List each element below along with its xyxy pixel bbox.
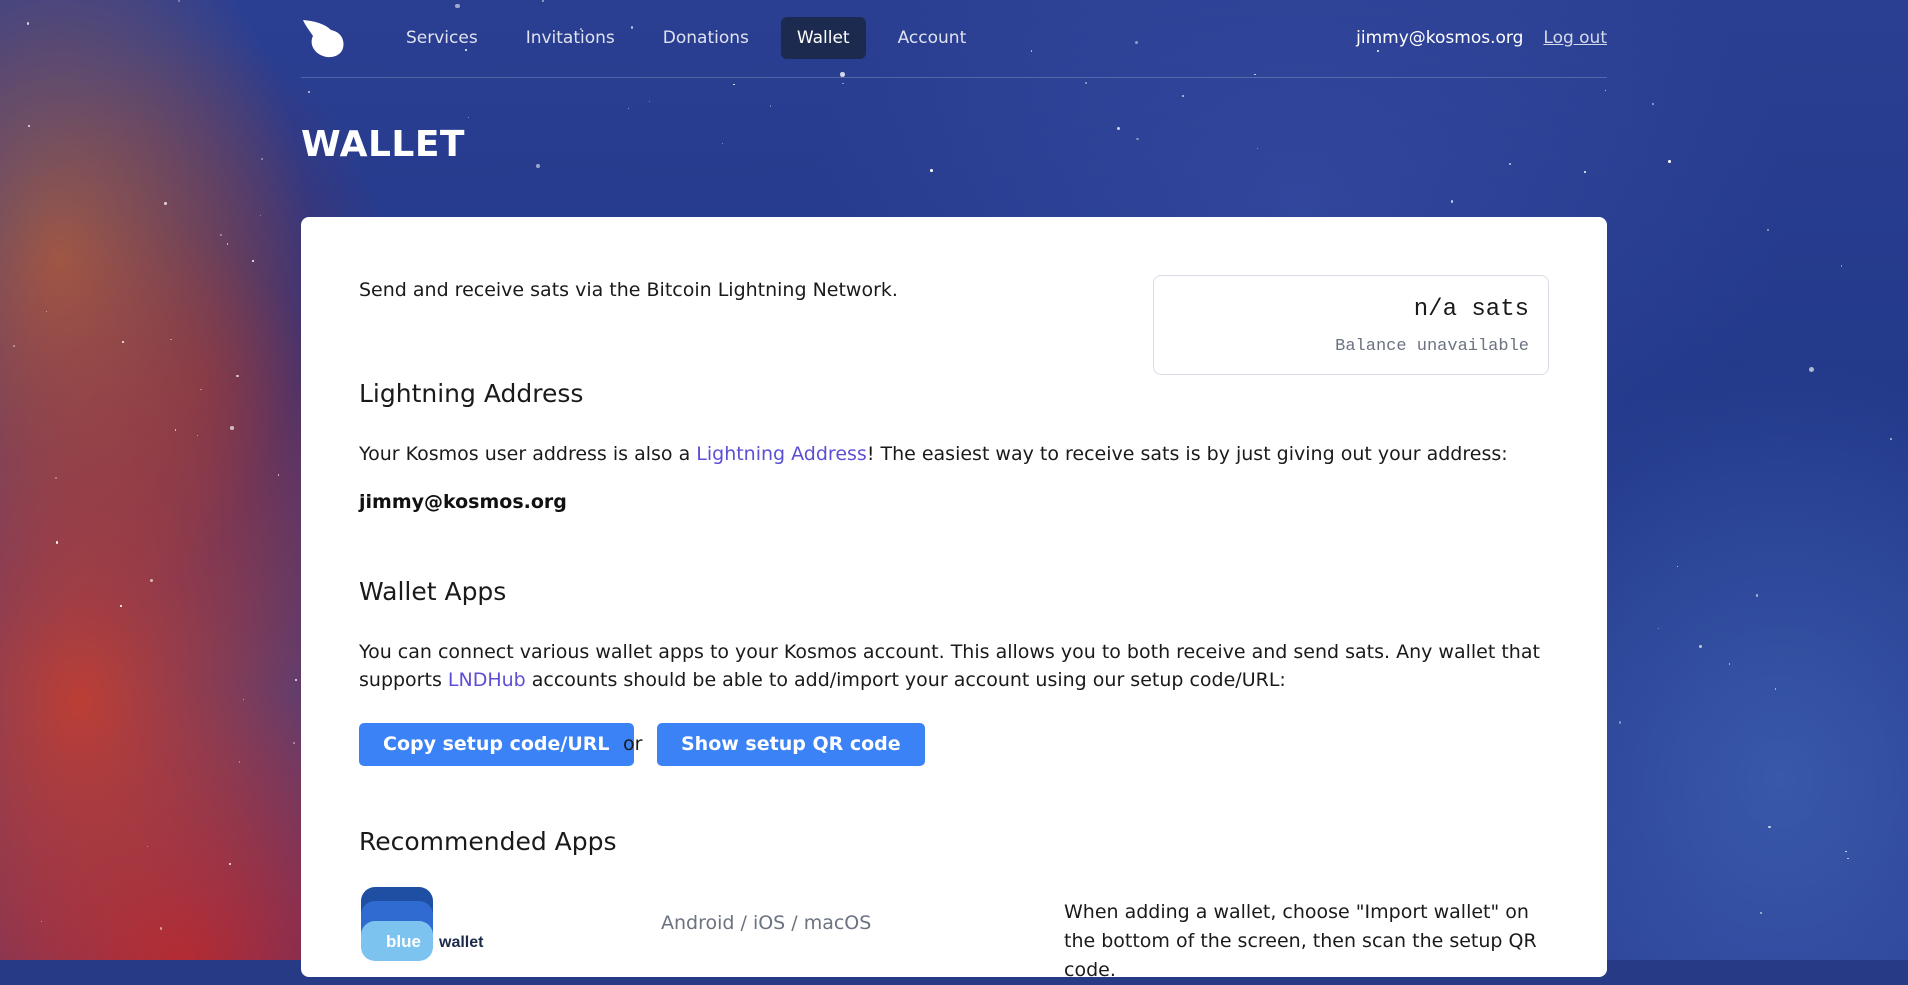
show-qr-code-button[interactable]: Show setup QR code [657, 723, 925, 766]
lightning-text-before: Your Kosmos user address is also a [359, 443, 697, 465]
wallet-apps-text-after: accounts should be able to add/import yo… [525, 669, 1286, 691]
lightning-address-description: Your Kosmos user address is also a Light… [359, 440, 1559, 468]
star [293, 741, 295, 744]
kosmos-logo-icon[interactable] [301, 18, 345, 58]
top-navigation-bar: Services Invitations Donations Wallet Ac… [301, 0, 1607, 78]
star [1584, 171, 1586, 174]
lightning-address-value: jimmy@kosmos.org [359, 491, 567, 513]
star [259, 214, 261, 217]
star [1182, 95, 1184, 98]
wallet-intro: Send and receive sats via the Bitcoin Li… [359, 279, 898, 301]
lndhub-link[interactable]: LNDHub [448, 669, 526, 691]
page-title: WALLET [301, 124, 465, 165]
star [308, 90, 310, 93]
star [1651, 102, 1654, 105]
nav-item-services[interactable]: Services [390, 17, 494, 59]
bluewallet-logo-text-wallet: wallet [438, 934, 484, 951]
star [170, 338, 172, 340]
lightning-text-after: ! The easiest way to receive sats is by … [866, 443, 1508, 465]
nav-item-account[interactable]: Account [882, 17, 983, 59]
lightning-address-heading: Lightning Address [359, 379, 584, 408]
bluewallet-logo-text-blue: blue [386, 932, 421, 951]
nav-item-wallet[interactable]: Wallet [780, 17, 866, 59]
nav-item-donations[interactable]: Donations [647, 17, 765, 59]
main-nav: Services Invitations Donations Wallet Ac… [390, 17, 998, 59]
star [1450, 200, 1454, 203]
star [164, 202, 167, 205]
user-menu: jimmy@kosmos.org Log out [1356, 17, 1607, 59]
star [648, 100, 650, 102]
bluewallet-logo[interactable]: blue wallet [361, 887, 491, 967]
star [1116, 126, 1120, 130]
balance-box: n/a sats Balance unavailable [1153, 275, 1549, 375]
star [236, 374, 239, 378]
star [1760, 911, 1762, 914]
balance-amount: n/a sats [1413, 296, 1529, 323]
wallet-apps-description: You can connect various wallet apps to y… [359, 638, 1559, 694]
star [1847, 857, 1849, 860]
logout-link[interactable]: Log out [1543, 17, 1607, 59]
star [929, 169, 933, 173]
star [27, 22, 30, 25]
app-instructions: When adding a wallet, choose "Import wal… [1064, 901, 1537, 981]
nav-item-invitations[interactable]: Invitations [510, 17, 631, 59]
recommended-apps-heading: Recommended Apps [359, 827, 617, 856]
star [174, 429, 176, 431]
star [149, 578, 153, 582]
star [122, 341, 124, 343]
star [294, 678, 297, 682]
app-platforms: Android / iOS / macOS [661, 912, 872, 934]
copy-setup-code-button[interactable]: Copy setup code/URL [359, 723, 634, 766]
star [535, 163, 541, 168]
lightning-address-link[interactable]: Lightning Address [696, 443, 867, 465]
star [230, 426, 234, 431]
star [1699, 645, 1702, 648]
star [1768, 825, 1771, 829]
star [177, 0, 180, 3]
wallet-card: Send and receive sats via the Bitcoin Li… [301, 217, 1607, 981]
user-email: jimmy@kosmos.org [1356, 28, 1524, 48]
star [1136, 137, 1139, 141]
star [1084, 81, 1087, 84]
star [27, 124, 30, 127]
or-separator: or [623, 733, 643, 755]
star [1668, 160, 1671, 164]
star [120, 605, 122, 607]
balance-status: Balance unavailable [1335, 337, 1529, 356]
wallet-apps-heading: Wallet Apps [359, 577, 507, 606]
